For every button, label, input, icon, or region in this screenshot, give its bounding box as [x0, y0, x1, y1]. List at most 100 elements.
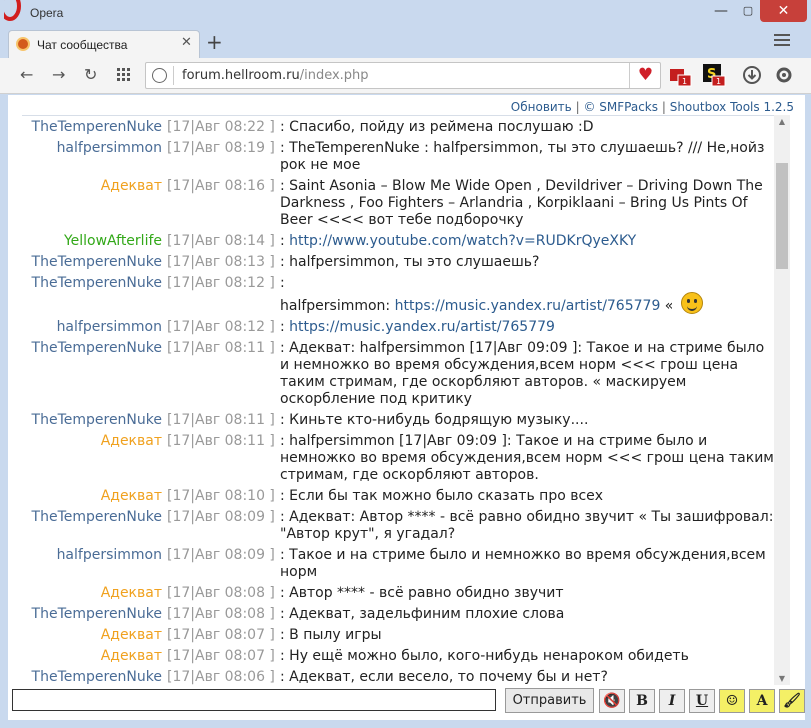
message-text: : Ну ещё можно было, кого-нибудь ненарок… [280, 648, 689, 664]
chat-scrollbar[interactable]: ▲ ▼ [774, 115, 790, 685]
message-timestamp: [17|Авг 08:11 ] [167, 412, 275, 428]
menu-icon[interactable] [774, 34, 790, 48]
message-author[interactable]: Адекват [22, 178, 162, 229]
bold-button[interactable]: B [629, 689, 655, 713]
message-timestamp: [17|Авг 08:07 ] [167, 648, 275, 664]
smfpacks-link[interactable]: © SMFPacks [583, 100, 658, 114]
message-author[interactable]: Адекват [22, 488, 162, 505]
settings-gear-icon[interactable] [772, 63, 796, 87]
message-text: : Спасибо, пойду из реймена послушаю :D [280, 119, 594, 135]
site-favicon-icon [16, 37, 30, 51]
chat-message: halfpersimmon [17|Авг 08:12 ]: https://mu… [22, 319, 774, 336]
smiley-icon [681, 292, 704, 314]
url-text[interactable]: forum.hellroom.ru/index.php [182, 68, 369, 83]
site-info-icon[interactable] [152, 68, 167, 83]
tab-chat[interactable]: Чат сообщества ✕ [8, 30, 200, 58]
shoutbox-messages: TheTemperenNuke [17|Авг 08:22 ]: Спасибо,… [22, 115, 774, 685]
message-link[interactable]: https://music.yandex.ru/artist/765779 [395, 298, 661, 314]
shoutbox-tools-link[interactable]: Shoutbox Tools 1.2.5 [670, 100, 794, 114]
smiley-picker-icon[interactable]: ☺ [719, 689, 745, 713]
chat-message: Адекват [17|Авг 08:11 ]: halfpersimmon [1… [22, 433, 774, 484]
chat-message: TheTemperenNuke [17|Авг 08:09 ]: Адекват:… [22, 509, 774, 543]
chat-message: halfpersimmon [17|Авг 08:09 ]: Такое и на… [22, 547, 774, 581]
extension-notifications-icon[interactable]: 1 [669, 63, 693, 87]
tab-close-icon[interactable]: ✕ [181, 35, 192, 50]
message-author[interactable]: Адекват [22, 627, 162, 644]
chat-message: TheTemperenNuke [17|Авг 08:13 ]: halfpers… [22, 254, 774, 271]
chat-message: TheTemperenNuke [17|Авг 08:11 ]: Киньте к… [22, 412, 774, 429]
message-timestamp: [17|Авг 08:10 ] [167, 488, 275, 504]
message-link[interactable]: http://www.youtube.com/watch?v=RUDKrQyeX… [289, 233, 636, 249]
message-author[interactable]: TheTemperenNuke [22, 275, 162, 315]
scroll-down-arrow[interactable]: ▼ [774, 674, 790, 683]
chat-message: TheTemperenNuke [17|Авг 08:22 ]: Спасибо,… [22, 119, 774, 136]
message-timestamp: [17|Авг 08:06 ] [167, 669, 275, 685]
new-tab-button[interactable]: + [206, 30, 223, 54]
message-text: : Адекват, задельфиним плохие слова [280, 606, 565, 622]
send-button[interactable]: Отправить [505, 688, 594, 713]
message-timestamp: [17|Авг 08:08 ] [167, 606, 275, 622]
tab-title: Чат сообщества [37, 38, 128, 52]
message-timestamp: [17|Авг 08:11 ] [167, 433, 275, 449]
message-author[interactable]: Адекват [22, 433, 162, 484]
message-timestamp: [17|Авг 08:07 ] [167, 627, 275, 643]
bookmark-heart-icon[interactable]: ♥ [629, 63, 661, 88]
close-window-button[interactable]: ✕ [760, 0, 807, 22]
message-link[interactable]: https://music.yandex.ru/artist/765779 [289, 319, 555, 335]
refresh-link[interactable]: Обновить [511, 100, 572, 114]
message-text: : TheTemperenNuke : halfpersimmon, ты эт… [280, 140, 765, 173]
downloads-icon[interactable] [740, 63, 764, 87]
message-author[interactable]: Адекват [22, 585, 162, 602]
chat-message: TheTemperenNuke [17|Авг 08:11 ]: Адекват:… [22, 340, 774, 408]
message-author[interactable]: TheTemperenNuke [22, 119, 162, 136]
mute-icon[interactable]: 🔇 [599, 689, 625, 713]
shoutbox-header-links: Обновить | © SMFPacks | Shoutbox Tools 1… [510, 100, 794, 114]
message-author[interactable]: YellowAfterlife [22, 233, 162, 250]
maximize-button[interactable]: ▢ [736, 0, 760, 22]
message-text: : Если бы так можно было сказать про все… [280, 488, 604, 504]
opera-logo-icon [4, 0, 21, 21]
message-text: : Такое и на стриме было и немножко во в… [280, 547, 766, 580]
message-input[interactable] [12, 689, 496, 711]
chat-message: Адекват [17|Авг 08:10 ] : Если бы так можн… [22, 488, 774, 505]
underline-button[interactable]: U [689, 689, 715, 713]
page-content: Обновить | © SMFPacks | Shoutbox Tools 1… [8, 95, 805, 720]
italic-button[interactable]: I [659, 689, 685, 713]
forward-button[interactable]: → [52, 65, 65, 84]
speed-dial-icon[interactable] [117, 68, 131, 82]
message-author[interactable]: TheTemperenNuke [22, 254, 162, 271]
message-author[interactable]: halfpersimmon [22, 319, 162, 336]
extension-s-icon[interactable]: S 1 [702, 63, 726, 87]
address-bar[interactable]: forum.hellroom.ru/index.php ♥ [145, 62, 661, 89]
message-author[interactable]: TheTemperenNuke [22, 412, 162, 429]
chat-message: Адекват [17|Авг 08:07 ] : Ну ещё можно был… [22, 648, 774, 665]
message-text: : http://www.youtube.com/watch?v=RUDKrQy… [280, 233, 637, 249]
chat-form: Отправить 🔇 B I U ☺ A 🖌 [12, 688, 805, 718]
bg-color-button[interactable]: 🖌 [779, 689, 805, 713]
window-titlebar: Opera — ▢ ✕ [0, 0, 811, 28]
message-author[interactable]: TheTemperenNuke [22, 669, 162, 685]
chat-message: TheTemperenNuke [17|Авг 08:08 ] : Адекват,… [22, 606, 774, 623]
minimize-button[interactable]: — [709, 0, 733, 22]
message-timestamp: [17|Авг 08:08 ] [167, 585, 275, 601]
message-text: : https://music.yandex.ru/artist/765779 [280, 319, 555, 335]
message-timestamp: [17|Авг 08:14 ] [167, 233, 275, 249]
message-text: : Saint Asonia – Blow Me Wide Open , Dev… [280, 178, 763, 228]
message-author[interactable]: Адекват [22, 648, 162, 665]
message-text: : В пылу игры [280, 627, 382, 643]
message-author[interactable]: TheTemperenNuke [22, 606, 162, 623]
back-button[interactable]: ← [20, 65, 33, 84]
message-text: : Автор **** - всё равно обидно звучит [280, 585, 564, 601]
message-author[interactable]: halfpersimmon [22, 140, 162, 174]
message-author[interactable]: halfpersimmon [22, 547, 162, 581]
message-author[interactable]: TheTemperenNuke [22, 340, 162, 408]
chat-message: Адекват [17|Авг 08:16 ]: Saint Asonia – B… [22, 178, 774, 229]
scroll-up-arrow[interactable]: ▲ [774, 117, 790, 126]
scroll-thumb[interactable] [776, 163, 788, 269]
app-title: Opera [30, 6, 64, 20]
font-color-button[interactable]: A [749, 689, 775, 713]
reload-button[interactable]: ↻ [84, 65, 97, 84]
message-author[interactable]: TheTemperenNuke [22, 509, 162, 543]
message-timestamp: [17|Авг 08:13 ] [167, 254, 275, 270]
message-text: : Адекват: halfpersimmon [17|Авг 09:09 ]… [280, 340, 765, 407]
